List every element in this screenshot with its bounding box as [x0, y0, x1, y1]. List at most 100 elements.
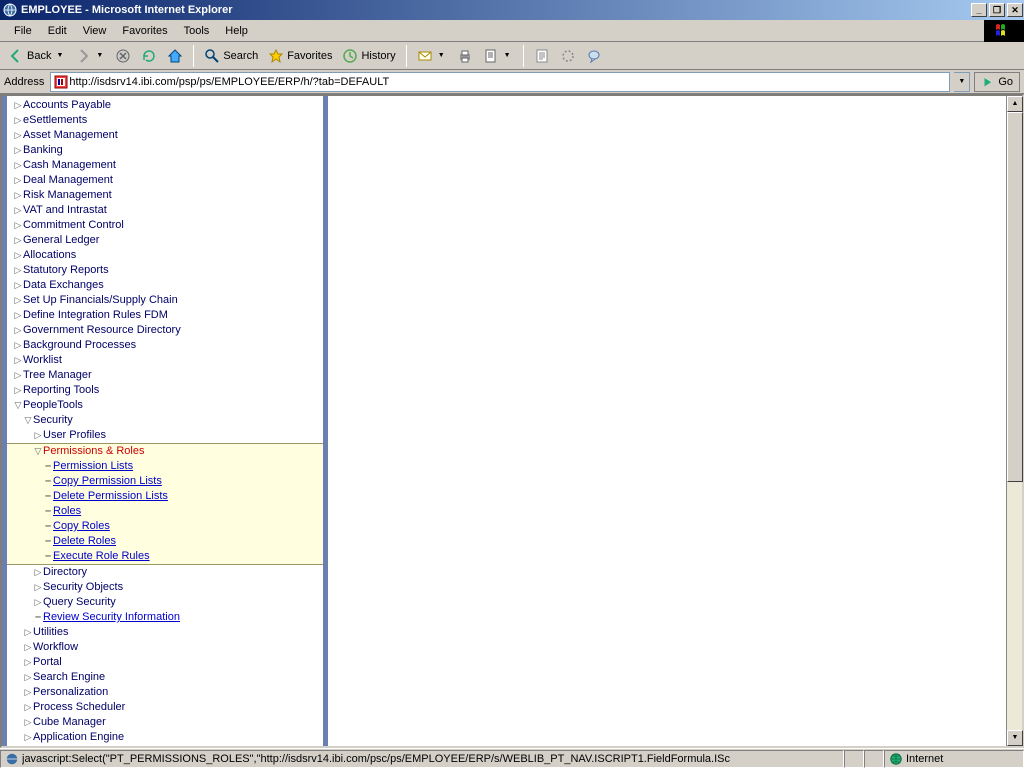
- back-button[interactable]: Back ▼: [4, 46, 69, 66]
- vertical-scrollbar[interactable]: ▲ ▼: [1006, 96, 1022, 746]
- nav-item[interactable]: ▷Directory: [13, 565, 323, 580]
- nav-label[interactable]: Permissions & Roles: [43, 444, 144, 459]
- nav-item[interactable]: ▷Background Processes: [13, 338, 323, 353]
- nav-item[interactable]: ▷Allocations: [13, 248, 323, 263]
- print-button[interactable]: [453, 46, 477, 66]
- nav-label[interactable]: Copy Roles: [53, 519, 110, 534]
- nav-item[interactable]: ▷Banking: [13, 143, 323, 158]
- home-button[interactable]: [163, 46, 187, 66]
- nav-item[interactable]: ▷Query Security: [13, 595, 323, 610]
- menu-help[interactable]: Help: [217, 23, 256, 39]
- nav-item[interactable]: ▷Risk Management: [13, 188, 323, 203]
- nav-label[interactable]: Government Resource Directory: [23, 323, 181, 338]
- menu-view[interactable]: View: [75, 23, 115, 39]
- nav-item[interactable]: ▷Cash Management: [13, 158, 323, 173]
- nav-item[interactable]: ▷Personalization: [13, 685, 323, 700]
- nav-label[interactable]: Asset Management: [23, 128, 118, 143]
- address-dropdown[interactable]: ▼: [954, 72, 970, 92]
- nav-label[interactable]: Security: [33, 413, 73, 428]
- nav-label[interactable]: Accounts Payable: [23, 98, 111, 113]
- nav-label[interactable]: eSettlements: [23, 113, 87, 128]
- menu-edit[interactable]: Edit: [40, 23, 75, 39]
- nav-label[interactable]: User Profiles: [43, 428, 106, 443]
- nav-label[interactable]: Deal Management: [23, 173, 113, 188]
- favorites-button[interactable]: Favorites: [264, 46, 336, 66]
- nav-item[interactable]: ▷Define Integration Rules FDM: [13, 308, 323, 323]
- nav-item[interactable]: ▷General Ledger: [13, 233, 323, 248]
- stop-button[interactable]: [111, 46, 135, 66]
- scroll-thumb[interactable]: [1007, 112, 1023, 482]
- nav-label[interactable]: Security Objects: [43, 580, 123, 595]
- nav-label[interactable]: Data Exchanges: [23, 278, 104, 293]
- nav-label[interactable]: Set Up Financials/Supply Chain: [23, 293, 178, 308]
- address-input[interactable]: [69, 76, 947, 88]
- nav-label[interactable]: VAT and Intrastat: [23, 203, 107, 218]
- nav-label[interactable]: Statutory Reports: [23, 263, 109, 278]
- nav-label[interactable]: Define Integration Rules FDM: [23, 308, 168, 323]
- nav-item[interactable]: ▷Data Exchanges: [13, 278, 323, 293]
- nav-item[interactable]: –Copy Permission Lists: [13, 474, 323, 489]
- nav-label[interactable]: Banking: [23, 143, 63, 158]
- nav-item[interactable]: –Execute Role Rules: [13, 549, 323, 564]
- nav-item[interactable]: ▷Workflow: [13, 640, 323, 655]
- nav-item[interactable]: ▷Asset Management: [13, 128, 323, 143]
- nav-item[interactable]: –Delete Roles: [13, 534, 323, 549]
- nav-label[interactable]: Workflow: [33, 640, 78, 655]
- nav-item[interactable]: ▷Tree Manager: [13, 368, 323, 383]
- nav-label[interactable]: Cube Manager: [33, 715, 106, 730]
- go-button[interactable]: Go: [974, 72, 1020, 92]
- nav-label[interactable]: Background Processes: [23, 338, 136, 353]
- nav-label[interactable]: Delete Permission Lists: [53, 489, 168, 504]
- scroll-down-button[interactable]: ▼: [1007, 730, 1023, 746]
- related-button[interactable]: [556, 46, 580, 66]
- maximize-button[interactable]: ❐: [989, 3, 1005, 17]
- nav-item[interactable]: ▷Worklist: [13, 353, 323, 368]
- nav-label[interactable]: PeopleTools: [23, 398, 83, 413]
- nav-item[interactable]: ▷Deal Management: [13, 173, 323, 188]
- nav-item[interactable]: ▽Security: [13, 413, 323, 428]
- nav-label[interactable]: Risk Management: [23, 188, 112, 203]
- history-button[interactable]: History: [338, 46, 399, 66]
- nav-item[interactable]: ▽PeopleTools: [13, 398, 323, 413]
- nav-item[interactable]: ▷Commitment Control: [13, 218, 323, 233]
- nav-label[interactable]: General Ledger: [23, 233, 99, 248]
- nav-label[interactable]: Copy Permission Lists: [53, 474, 162, 489]
- nav-label[interactable]: Directory: [43, 565, 87, 580]
- scroll-up-button[interactable]: ▲: [1007, 96, 1023, 112]
- nav-item[interactable]: ▷Accounts Payable: [13, 98, 323, 113]
- nav-label[interactable]: Execute Role Rules: [53, 549, 150, 564]
- nav-label[interactable]: Process Scheduler: [33, 700, 125, 715]
- messenger-button[interactable]: [582, 46, 606, 66]
- nav-item[interactable]: ▷Security Objects: [13, 580, 323, 595]
- nav-item[interactable]: –Permission Lists: [13, 459, 323, 474]
- minimize-button[interactable]: _: [971, 3, 987, 17]
- nav-item[interactable]: ▷Process Scheduler: [13, 700, 323, 715]
- nav-label[interactable]: Roles: [53, 504, 81, 519]
- edit-button[interactable]: ▼: [479, 46, 517, 66]
- forward-button[interactable]: ▼: [71, 46, 109, 66]
- nav-label[interactable]: Commitment Control: [23, 218, 124, 233]
- nav-label[interactable]: Tree Manager: [23, 368, 92, 383]
- nav-item[interactable]: ▷Cube Manager: [13, 715, 323, 730]
- nav-item[interactable]: –Roles: [13, 504, 323, 519]
- nav-item[interactable]: ▽Permissions & Roles: [13, 444, 323, 459]
- nav-label[interactable]: Utilities: [33, 625, 68, 640]
- nav-item[interactable]: ▷Utilities: [13, 625, 323, 640]
- close-button[interactable]: ✕: [1007, 3, 1023, 17]
- refresh-button[interactable]: [137, 46, 161, 66]
- nav-label[interactable]: Personalization: [33, 685, 108, 700]
- menu-tools[interactable]: Tools: [176, 23, 218, 39]
- nav-label[interactable]: Cash Management: [23, 158, 116, 173]
- nav-label[interactable]: Worklist: [23, 353, 62, 368]
- nav-label[interactable]: Review Security Information: [43, 610, 180, 625]
- nav-label[interactable]: Portal: [33, 655, 62, 670]
- nav-item[interactable]: ▷VAT and Intrastat: [13, 203, 323, 218]
- nav-item[interactable]: ▷Government Resource Directory: [13, 323, 323, 338]
- nav-label[interactable]: Application Engine: [33, 730, 124, 745]
- nav-label[interactable]: Delete Roles: [53, 534, 116, 549]
- nav-item[interactable]: ▷Set Up Financials/Supply Chain: [13, 293, 323, 308]
- nav-item[interactable]: ▷Statutory Reports: [13, 263, 323, 278]
- nav-item[interactable]: ▷User Profiles: [13, 428, 323, 443]
- nav-label[interactable]: Query Security: [43, 595, 116, 610]
- nav-item[interactable]: ▷Reporting Tools: [13, 383, 323, 398]
